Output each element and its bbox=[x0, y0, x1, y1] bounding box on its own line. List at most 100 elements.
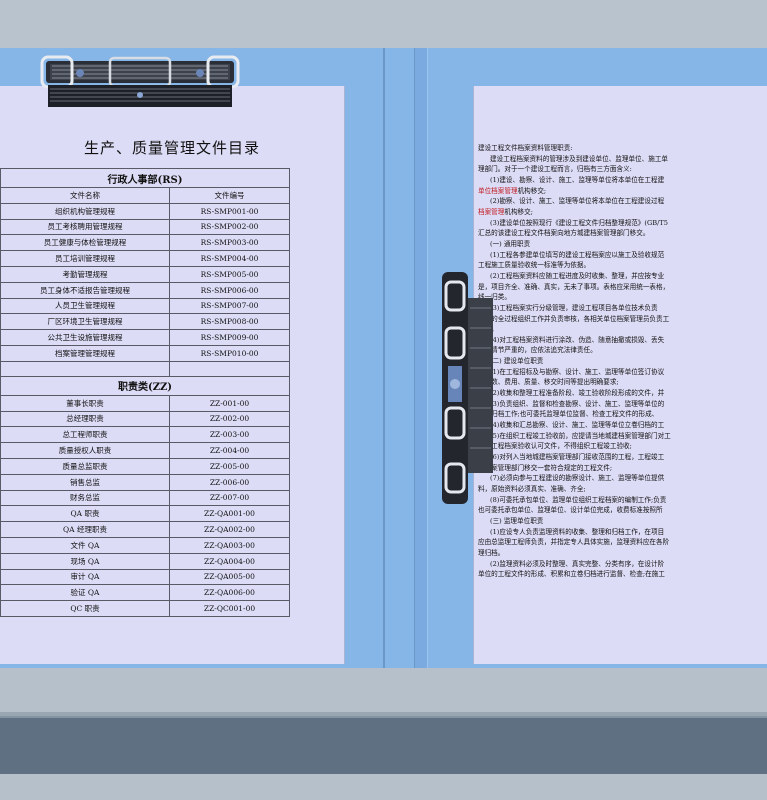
text-line: (2)工程档案资料应随工程进度及时收集、整理，并应按专业 bbox=[478, 271, 767, 282]
text-line: 也可委托承包单位、监理单位、设计单位完成，收费标准按照所 bbox=[478, 505, 767, 516]
text-line: (6)对列入当地城建档案管理部门接收范围的工程，工程竣工 bbox=[478, 452, 767, 463]
text-segment: 建档案管理部门移交一套符合规定的工程文件; bbox=[478, 463, 613, 472]
text-line: 建设工程文件档案资料管理职责: bbox=[478, 143, 767, 154]
table-row: 销售总监 ZZ-006-00 bbox=[0, 473, 290, 491]
text-segment: (1)在工程招标及与勘察、设计、施工、监理等单位签订协议 bbox=[490, 367, 665, 376]
text-segment: (7)必须向参与工程建设的勘察设计、施工、监理等单位提供 bbox=[490, 474, 665, 483]
text-segment: 机构移交; bbox=[517, 186, 547, 195]
text-segment: (2)收集和整理工程准备阶段、竣工验收阶段形成的文件，并 bbox=[490, 389, 665, 398]
text-line: (3)工程档案实行分级管理，建设工程项目各单位技术负责 bbox=[478, 303, 767, 314]
file-code-cell: ZZ-QA002-00 bbox=[169, 521, 290, 538]
text-line: 理部门。对于一个建设工程而言，归档有三方面含义: bbox=[478, 164, 767, 175]
text-line: (一) 通用职责 bbox=[478, 239, 767, 250]
text-line: (1)工程各参建单位填写的建设工程档案应以施工及验收规范 bbox=[478, 250, 767, 261]
text-line: (1)建设、勘察、设计、施工、监理等单位将本单位在工程建 bbox=[478, 175, 767, 186]
file-code-cell: ZZ-QA004-00 bbox=[169, 552, 290, 570]
text-line: 工程施工质量验收统一标准等为依据。 bbox=[478, 260, 767, 271]
file-name-cell: 总经理职责 bbox=[0, 410, 170, 428]
text-segment: (1)应设专人负责监理资料的收集、整理和归档工作，在项目 bbox=[490, 527, 665, 536]
text-segment: 建设工程文件档案资料管理职责: bbox=[478, 144, 573, 152]
table-row-spacer bbox=[0, 360, 290, 377]
text-segment: (2)勘察、设计、施工、监理等单位将本单位在工程建设过程 bbox=[490, 197, 665, 206]
background-top bbox=[0, 0, 767, 48]
table-row: 员工身体不适报告管理规程 RS-SMP006-00 bbox=[0, 281, 290, 299]
binder-ring-icon bbox=[440, 268, 495, 508]
text-line: 单位的工程文件的形成、积累和立卷归档进行监督、检查;在施工 bbox=[478, 569, 767, 580]
table-row: QA 职责 ZZ-QA001-00 bbox=[0, 505, 290, 523]
section-header-row: 职责类(ZZ) bbox=[0, 375, 290, 396]
text-line: 档案管理机构移交; bbox=[478, 207, 767, 218]
table-header-row: 文件名称 文件编号 bbox=[0, 187, 290, 204]
text-line: 的套数、费用、质量、移交时间等提出明确要求; bbox=[478, 377, 767, 388]
table-row: 验证 QA ZZ-QA006-00 bbox=[0, 584, 290, 602]
text-segment: 也可委托承包单位、监理单位、设计单位完成，收费标准按照所 bbox=[478, 506, 663, 515]
text-line: (二) 建设单位职责 bbox=[478, 356, 767, 367]
text-line: 应由总监理工程师负责，并指定专人具体实施，监理资料应在各阶 bbox=[478, 537, 767, 548]
file-code-cell: ZZ-002-00 bbox=[169, 410, 290, 428]
table-row: 总经理职责 ZZ-002-00 bbox=[0, 410, 290, 428]
file-code-cell: RS-SMP005-00 bbox=[169, 265, 290, 283]
text-segment: (一) 通用职责 bbox=[490, 239, 531, 248]
text-line: (3)负责组织、监督和检查勘察、设计、施工、监理等单位的 bbox=[478, 399, 767, 410]
file-code-cell: RS-SMP010-00 bbox=[169, 344, 290, 362]
text-segment: (2)工程档案资料应随工程进度及时收集、整理，并应按专业 bbox=[490, 271, 665, 280]
text-line: (2)勘察、设计、施工、监理等单位将本单位在工程建设过程 bbox=[478, 196, 767, 207]
file-code-cell: ZZ-001-00 bbox=[169, 394, 290, 412]
document-title: 生产、质量管理文件目录 bbox=[83, 139, 260, 157]
file-code-cell: ZZ-003-00 bbox=[169, 426, 290, 444]
file-name-cell: 档案管理管理规程 bbox=[0, 344, 170, 362]
file-code-cell: RS-SMP009-00 bbox=[169, 329, 290, 346]
table-row: 厂区环境卫生管理规程 RS-SMP008-00 bbox=[0, 313, 290, 331]
text-segment: 单位的工程文件的形成、积累和立卷归档进行监督、检查;在施工 bbox=[478, 570, 665, 579]
file-code-cell: ZZ-QA005-00 bbox=[169, 568, 290, 586]
table-row: 质量总监职责 ZZ-005-00 bbox=[0, 457, 290, 475]
file-name-cell: 员工培训管理规程 bbox=[0, 250, 170, 267]
table-row: 质量授权人职责 ZZ-004-00 bbox=[0, 442, 290, 459]
column-header-code: 文件编号 bbox=[169, 187, 290, 204]
file-name-cell: 审计 QA bbox=[0, 568, 170, 586]
text-line: (5)在组织工程竣工验收前，应提请当地城建档案管理部门对工 bbox=[478, 431, 767, 442]
text-line: (2)监理资料必须及时整理、真实完整、分类有序，在设计阶 bbox=[478, 559, 767, 570]
file-code-cell: RS-SMP008-00 bbox=[169, 313, 290, 331]
text-line: (4)对工程档案资料进行涂改、伪造、随意抽撤或损毁、丢失 bbox=[478, 335, 767, 346]
table-row: 总工程师职责 ZZ-003-00 bbox=[0, 426, 290, 444]
file-code-cell: RS-SMP006-00 bbox=[169, 281, 290, 299]
text-line: (1)在工程招标及与勘察、设计、施工、监理等单位签订协议 bbox=[478, 367, 767, 378]
text-segment: (3)负责组织、监督和检查勘察、设计、施工、监理等单位的 bbox=[490, 399, 665, 408]
text-segment: 取得工程档案验收认可文件，不得组织工程竣工验收; bbox=[478, 442, 632, 451]
text-segment: (4)对工程档案资料进行涂改、伪造、随意抽撤或损毁、丢失 bbox=[490, 335, 665, 344]
text-line: 汇总的该建设工程文件档案向地方城建档案管理部门移交。 bbox=[478, 228, 767, 239]
table-row: 财务总监 ZZ-007-00 bbox=[0, 489, 290, 507]
file-name-cell: 员工身体不适报告管理规程 bbox=[0, 281, 170, 299]
table-row: 人员卫生管理规程 RS-SMP007-00 bbox=[0, 297, 290, 315]
file-name-cell: 厂区环境卫生管理规程 bbox=[0, 313, 170, 331]
text-line: 立卷归档工作;也可委托监理单位监督、检查工程文件的形成、 bbox=[478, 409, 767, 420]
file-name-cell: 员工考核聘用管理规程 bbox=[0, 218, 170, 236]
text-segment: 立卷归档工作;也可委托监理单位监督、检查工程文件的形成、 bbox=[478, 410, 659, 419]
file-name-cell: QC 职责 bbox=[0, 600, 170, 617]
file-code-cell: RS-SMP007-00 bbox=[169, 297, 290, 315]
file-name-cell: 员工健康与体检管理规程 bbox=[0, 234, 170, 252]
file-name-cell: 销售总监 bbox=[0, 473, 170, 491]
highlight-text: 单位档案管理 bbox=[478, 186, 518, 195]
file-code-cell: ZZ-005-00 bbox=[169, 457, 290, 475]
table-row: QC 职责 ZZ-QC001-00 bbox=[0, 600, 290, 617]
file-name-cell: QA 经理职责 bbox=[0, 521, 170, 538]
file-code-cell: ZZ-QA001-00 bbox=[169, 505, 290, 523]
file-code-cell: ZZ-QA006-00 bbox=[169, 584, 290, 602]
text-line: 建设工程档案资料的管理涉及到建设单位、监理单位、施工单 bbox=[478, 154, 767, 165]
table-row: 组织机构管理规程 RS-SMP001-00 bbox=[0, 202, 290, 220]
table-row: QA 经理职责 ZZ-QA002-00 bbox=[0, 521, 290, 538]
binder-clip-icon bbox=[40, 55, 240, 110]
text-segment: (3)工程档案实行分级管理，建设工程项目各单位技术负责 bbox=[490, 303, 658, 312]
text-line: (三) 监理单位职责 bbox=[478, 516, 767, 527]
file-code-cell: RS-SMP001-00 bbox=[169, 202, 290, 220]
file-name-cell: 考勤管理规程 bbox=[0, 265, 170, 283]
text-segment: 理部门。对于一个建设工程而言，归档有三方面含义: bbox=[478, 165, 632, 174]
text-segment: 汇总的该建设工程文件档案向地方城建档案管理部门移交。 bbox=[478, 229, 650, 238]
file-name-cell: QA 职责 bbox=[0, 505, 170, 523]
catalog-table: 行政人事部(RS) 文件名称 文件编号 组织机构管理规程 RS-SMP001-00… bbox=[0, 168, 290, 617]
archive-duties-text: 建设工程文件档案资料管理职责: 建设工程档案资料的管理涉及到建设单位、监理单位、施… bbox=[478, 143, 767, 638]
file-name-cell: 验证 QA bbox=[0, 584, 170, 602]
text-segment: (3)建设单位按照现行《建设工程文件归档整理规范》(GB/T5 bbox=[490, 218, 668, 227]
